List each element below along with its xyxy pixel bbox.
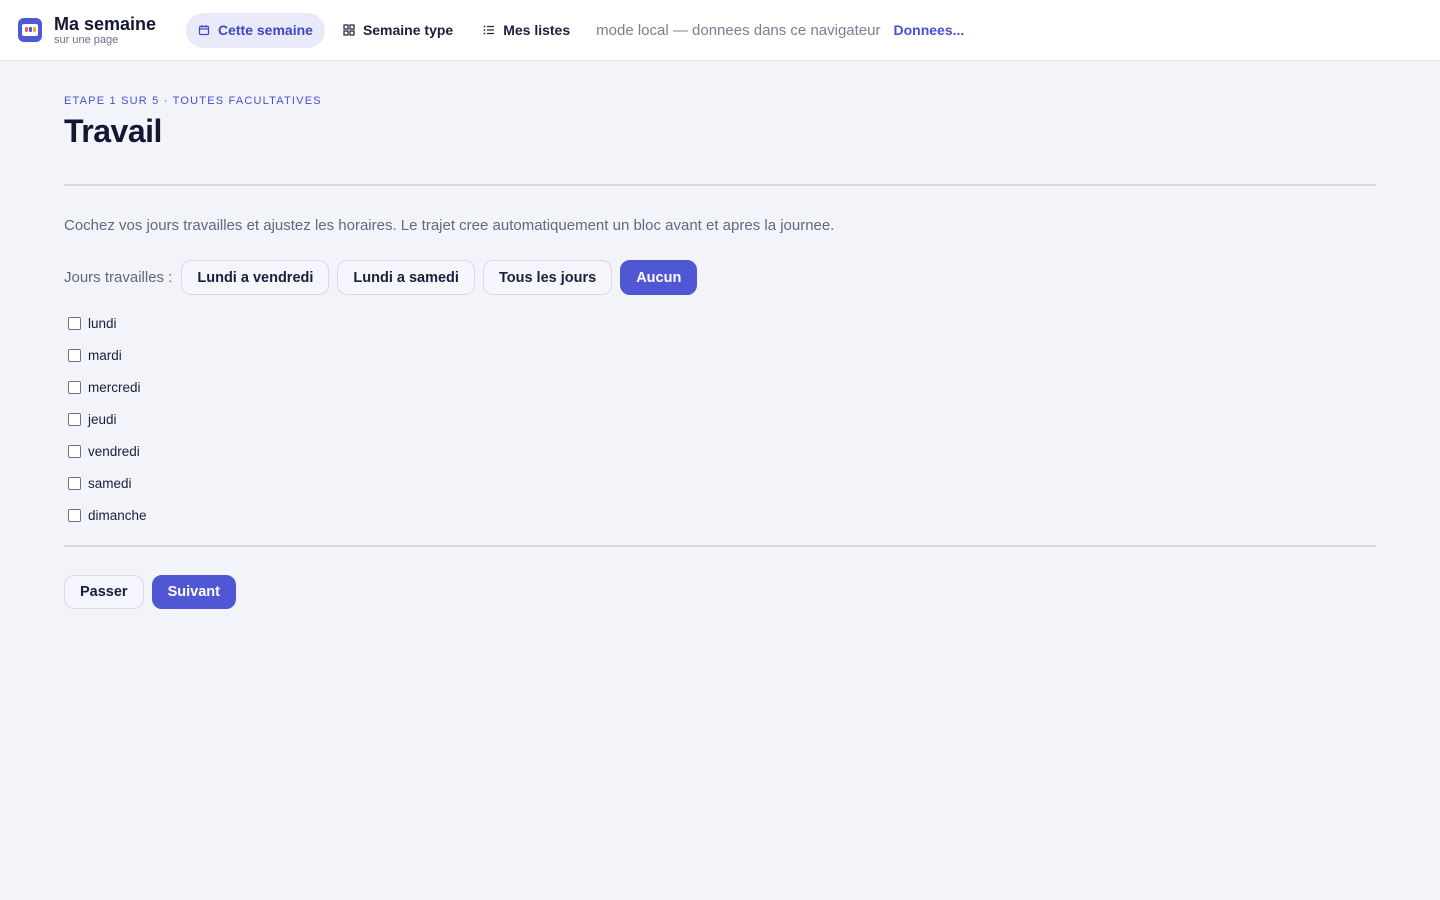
checkbox[interactable] [68,412,81,426]
main-content: ETAPE 1 SUR 5 · TOUTES FACULTATIVES Trav… [64,61,1376,609]
days-preset-row: Jours travailles : Lundi a vendredi Lund… [64,260,1376,295]
day-item-vendredi[interactable]: vendredi [64,435,1376,467]
checkbox[interactable] [68,316,81,330]
checkbox[interactable] [68,380,81,394]
day-item-mardi[interactable]: mardi [64,339,1376,371]
day-item-lundi[interactable]: lundi [64,307,1376,339]
step-indicator: ETAPE 1 SUR 5 · TOUTES FACULTATIVES [64,95,322,107]
day-label: mercredi [88,379,141,395]
checkbox[interactable] [68,348,81,362]
grid-icon [343,24,355,36]
page-title: Travail [64,113,162,149]
data-menu-link[interactable]: Donnees... [894,22,965,38]
checkbox[interactable] [68,476,81,490]
list-icon [483,25,495,35]
day-item-samedi[interactable]: samedi [64,467,1376,499]
divider [64,545,1376,547]
day-checkbox-list: lundi mardi mercredi jeudi vendredi same… [64,307,1376,531]
day-label: vendredi [88,443,140,459]
checkbox[interactable] [68,508,81,522]
day-item-jeudi[interactable]: jeudi [64,403,1376,435]
calendar-app-icon [18,18,42,42]
brand-subtitle: sur une page [54,33,119,46]
nav-label: Mes listes [503,22,571,38]
preset-tous-les-jours-button[interactable]: Tous les jours [482,260,613,295]
mode-status-text: mode local — donnees dans ce navigateur [596,21,881,39]
skip-button[interactable]: Passer [64,575,144,609]
checkbox[interactable] [68,444,81,458]
brand[interactable]: Ma semaine sur une page [18,14,186,47]
nav-mes-listes[interactable]: Mes listes [471,13,582,48]
brand-title: Ma semaine [54,13,157,34]
day-label: lundi [88,315,117,331]
day-label: dimanche [88,507,147,523]
step-description: Cochez vos jours travailles et ajustez l… [64,217,835,234]
step-actions: Passer Suivant [64,575,1376,609]
nav-cette-semaine[interactable]: Cette semaine [186,12,325,48]
day-label: jeudi [88,411,117,427]
preset-lundi-samedi-button[interactable]: Lundi a samedi [337,260,475,295]
day-label: mardi [88,347,122,363]
preset-aucun-button[interactable]: Aucun [620,260,698,295]
preset-lundi-vendredi-button[interactable]: Lundi a vendredi [181,260,330,295]
next-button[interactable]: Suivant [151,575,236,609]
nav-label: Semaine type [362,22,454,38]
days-label: Jours travailles : [64,269,173,286]
day-item-dimanche[interactable]: dimanche [64,499,1376,531]
day-label: samedi [88,475,132,491]
top-bar: Ma semaine sur une page Cette semaine Se… [0,0,1440,61]
divider [64,184,1376,186]
day-item-mercredi[interactable]: mercredi [64,371,1376,403]
nav-semaine-type[interactable]: Semaine type [331,13,465,48]
nav-label: Cette semaine [218,22,313,38]
calendar-icon [198,25,210,36]
